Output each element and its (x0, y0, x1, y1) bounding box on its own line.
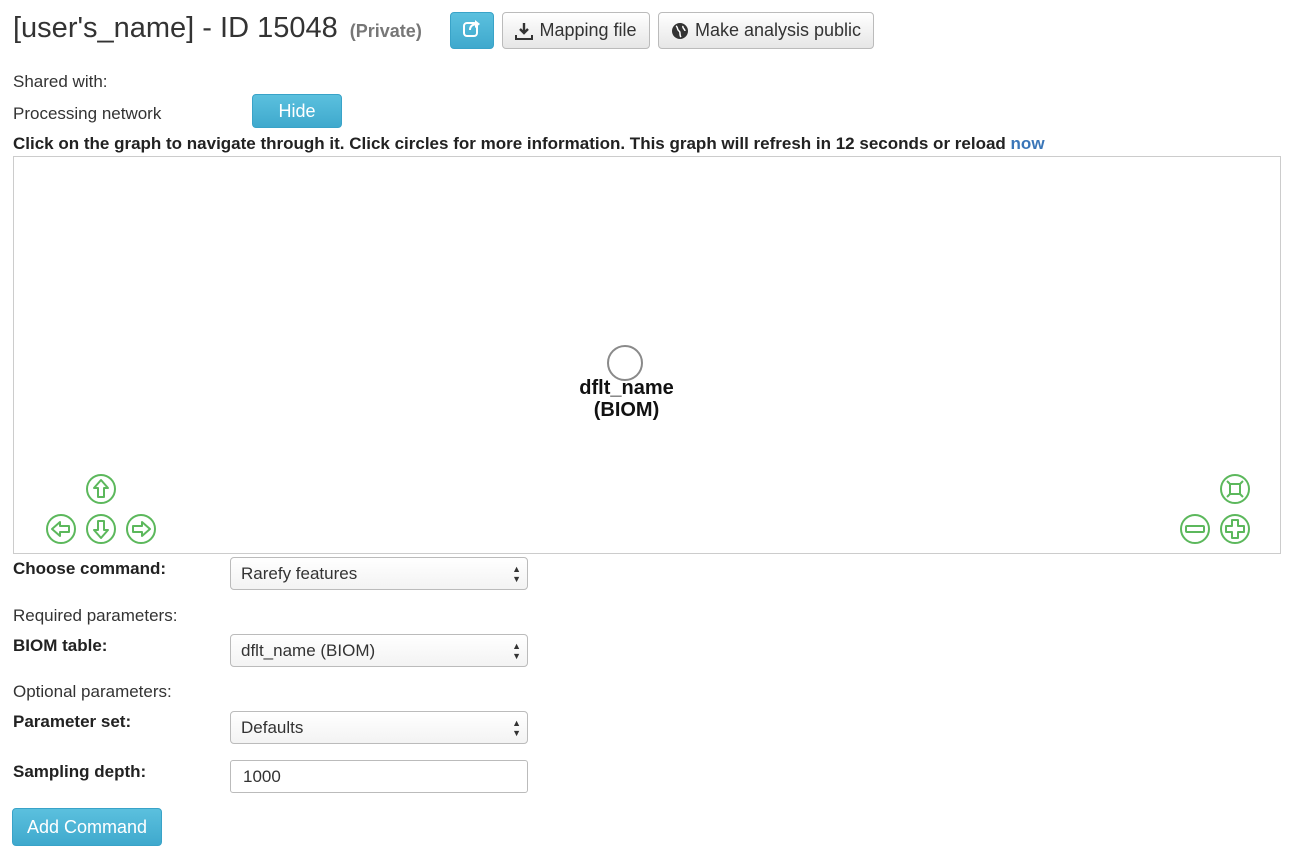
select-arrows-icon: ▲ ▼ (512, 564, 521, 584)
node-type: (BIOM) (593, 399, 660, 421)
zoom-out-button[interactable] (1179, 513, 1211, 545)
optional-parameters-label: Optional parameters: (13, 682, 172, 701)
processing-network-label: Processing network (13, 104, 162, 123)
mapping-file-button[interactable]: Mapping file (502, 12, 650, 49)
processing-network-graph[interactable] (13, 156, 1281, 554)
command-select-value: Rarefy features (241, 563, 358, 583)
sampling-depth-input[interactable]: 1000 (230, 760, 528, 793)
parameter-set-select[interactable]: Defaults ▲ ▼ (230, 711, 528, 744)
node-name: dflt_name (579, 377, 674, 399)
select-arrows-icon: ▲ ▼ (512, 718, 521, 738)
biom-table-label: BIOM table: (13, 636, 108, 655)
biom-table-select[interactable]: dflt_name (BIOM) ▲ ▼ (230, 634, 528, 667)
zoom-fit-button[interactable] (1219, 473, 1251, 505)
pan-down-button[interactable] (85, 513, 117, 545)
graph-node[interactable] (607, 345, 643, 381)
parameter-set-select-value: Defaults (241, 717, 304, 737)
fit-to-screen-icon (1220, 474, 1250, 504)
pan-right-button[interactable] (125, 513, 157, 545)
arrow-up-icon (86, 474, 116, 504)
page-title: [user's_name] - ID 15048 (Private) (13, 12, 422, 45)
hide-network-button[interactable]: Hide (252, 94, 342, 128)
minus-icon (1180, 514, 1210, 544)
arrow-left-icon (46, 514, 76, 544)
arrow-right-icon (126, 514, 156, 544)
parameter-set-label: Parameter set: (13, 712, 132, 731)
visibility-badge: (Private) (349, 21, 422, 41)
make-public-button[interactable]: Make analysis public (658, 12, 874, 49)
reload-now-link[interactable]: now (1011, 134, 1045, 153)
command-select[interactable]: Rarefy features ▲ ▼ (230, 557, 528, 590)
select-arrows-icon: ▲ ▼ (512, 641, 521, 661)
graph-instructions: Click on the graph to navigate through i… (13, 134, 1045, 154)
add-command-button[interactable]: Add Command (12, 808, 162, 846)
download-icon (515, 22, 534, 40)
mapping-file-label: Mapping file (539, 20, 637, 40)
plus-icon (1220, 514, 1250, 544)
share-button[interactable] (450, 12, 494, 49)
required-parameters-label: Required parameters: (13, 606, 178, 625)
add-command-label: Add Command (26, 816, 148, 837)
graph-node-label: dflt_name (BIOM) (540, 377, 713, 421)
pan-left-button[interactable] (45, 513, 77, 545)
biom-table-select-value: dflt_name (BIOM) (241, 640, 376, 660)
pan-up-button[interactable] (85, 473, 117, 505)
share-icon (462, 18, 482, 43)
choose-command-label: Choose command: (13, 559, 167, 578)
sampling-depth-label: Sampling depth: (13, 762, 147, 781)
make-public-label: Make analysis public (694, 20, 862, 40)
arrow-down-icon (86, 514, 116, 544)
zoom-in-button[interactable] (1219, 513, 1251, 545)
shared-with-label: Shared with: (13, 72, 108, 91)
hide-label: Hide (278, 100, 316, 121)
analysis-title: [user's_name] - ID 15048 (13, 12, 338, 44)
sampling-depth-value: 1000 (243, 766, 281, 786)
globe-icon (671, 22, 689, 40)
instructions-text: Click on the graph to navigate through i… (13, 134, 1006, 153)
